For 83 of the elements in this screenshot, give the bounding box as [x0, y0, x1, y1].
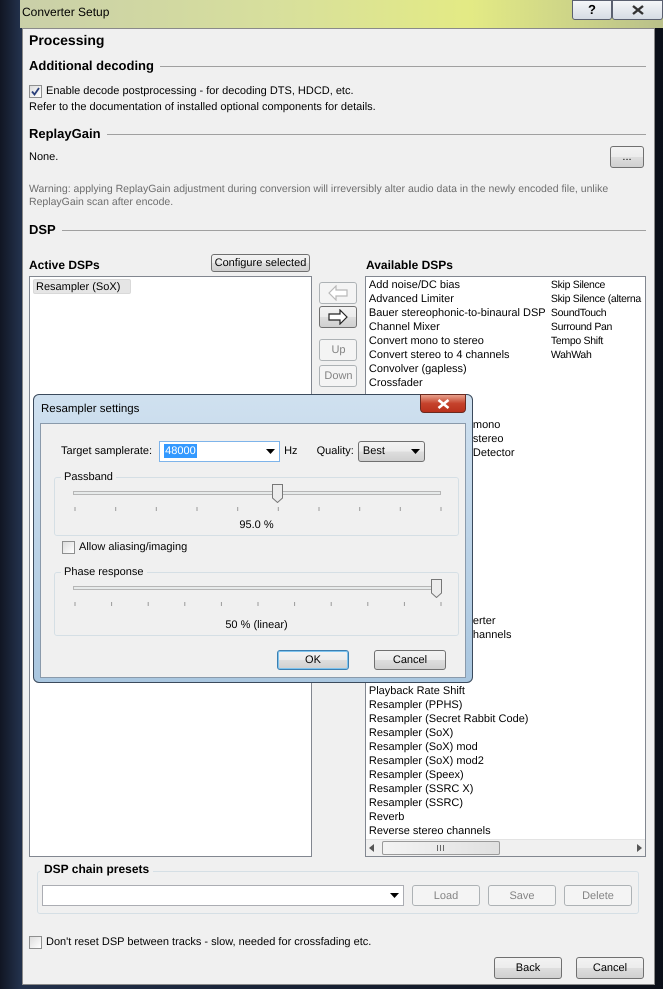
- list-item[interactable]: Resampler (SSRC X): [368, 783, 474, 795]
- help-button[interactable]: ?: [572, 0, 612, 20]
- list-item[interactable]: Detector: [472, 447, 514, 459]
- window-title: Converter Setup: [21, 4, 110, 19]
- group-title: DSP chain presets: [40, 862, 154, 876]
- section-heading: Additional decoding: [29, 59, 154, 73]
- list-item[interactable]: Playback Rate Shift: [368, 685, 465, 697]
- checkbox[interactable]: [62, 540, 75, 554]
- close-icon: [436, 398, 450, 408]
- note-text: Refer to the documentation of installed optional components for details.: [29, 100, 377, 114]
- options-button[interactable]: ...: [610, 146, 644, 168]
- caret-icon: [410, 448, 420, 454]
- group-title: Phase response: [61, 565, 146, 579]
- list-item[interactable]: hannels: [472, 629, 512, 641]
- checkbox-label: Allow aliasing/imaging: [79, 540, 188, 554]
- list-item[interactable]: Tempo Shift: [550, 335, 604, 347]
- list-item[interactable]: Skip Silence (alterna: [550, 293, 641, 305]
- move-right-button[interactable]: [319, 306, 358, 328]
- grip-icon: [437, 845, 444, 851]
- unit-label: Hz: [284, 444, 298, 458]
- slider-thumb[interactable]: [272, 484, 284, 503]
- checkbox-label: Enable decode postprocessing - for decoding DTS, HDCD, etc.: [46, 84, 354, 98]
- list-item[interactable]: Convolver (gapless): [368, 363, 467, 375]
- field-label: Target samplerate:: [61, 444, 152, 458]
- list-item[interactable]: erter: [472, 615, 496, 627]
- section-heading: ReplayGain: [29, 127, 101, 141]
- caret-icon: [266, 448, 276, 454]
- arrow-left-icon: [328, 285, 348, 301]
- quality-dropdown[interactable]: Best: [358, 440, 425, 462]
- slider-value: 95.0 %: [238, 518, 275, 532]
- dialog-button[interactable]: OK: [277, 650, 349, 670]
- dialog-button[interactable]: Back: [494, 957, 562, 979]
- close-icon: [632, 5, 644, 15]
- section-heading: DSP: [29, 223, 56, 237]
- list-item[interactable]: Convert mono to stereo: [368, 335, 484, 347]
- checkbox[interactable]: [29, 936, 42, 948]
- list-item[interactable]: Resampler (Speex): [368, 769, 464, 781]
- list-item[interactable]: Channel Mixer: [368, 321, 440, 333]
- section-title: Processing: [29, 33, 106, 50]
- slider-thumb[interactable]: [430, 579, 442, 598]
- slider[interactable]: [73, 579, 441, 599]
- list-title: Available DSPs: [366, 258, 453, 272]
- scrollbar-thumb[interactable]: [382, 841, 500, 855]
- slider[interactable]: [73, 484, 441, 504]
- checkbox[interactable]: [29, 84, 42, 98]
- list-item[interactable]: Reverb: [368, 811, 404, 823]
- list-item[interactable]: mono: [472, 419, 500, 431]
- dialog-title: Resampler settings: [41, 402, 140, 416]
- horizontal-scrollbar[interactable]: [366, 839, 645, 856]
- list-item[interactable]: Resampler (SoX): [33, 279, 132, 294]
- checkbox-label: Don't reset DSP between tracks - slow, needed for crossfading etc.: [46, 935, 372, 949]
- list-item[interactable]: Advanced Limiter: [368, 293, 454, 305]
- list-item[interactable]: stereo: [472, 433, 504, 445]
- list-item[interactable]: Resampler (SoX) mod2: [368, 755, 484, 767]
- list-item[interactable]: Resampler (SoX) mod: [368, 741, 478, 753]
- dialog-button[interactable]: Cancel: [374, 650, 446, 670]
- list-item[interactable]: Resampler (SoX): [368, 727, 454, 739]
- list-item[interactable]: Reverse stereo channels: [368, 825, 491, 837]
- scroll-left-icon: [368, 844, 374, 852]
- list-item[interactable]: Crossfader: [368, 377, 423, 389]
- field-label: Quality:: [316, 444, 354, 458]
- list-item[interactable]: Bauer stereophonic-to-binaural DSP: [368, 307, 546, 319]
- list-item[interactable]: Surround Pan: [550, 321, 612, 333]
- arrow-right-icon: [328, 309, 348, 325]
- list-item[interactable]: WahWah: [550, 349, 592, 361]
- scroll-right-icon: [637, 844, 642, 852]
- list-item[interactable]: Resampler (PPHS): [368, 699, 462, 711]
- configure-button[interactable]: Configure selected: [211, 254, 310, 272]
- close-button[interactable]: [612, 0, 663, 20]
- preset-dropdown[interactable]: [42, 885, 404, 906]
- list-item[interactable]: Skip Silence: [550, 279, 606, 291]
- list-item[interactable]: Resampler (SSRC): [368, 797, 464, 809]
- caret-icon: [390, 893, 399, 898]
- close-button[interactable]: [420, 394, 466, 413]
- list-item[interactable]: SoundTouch: [550, 307, 606, 319]
- list-item[interactable]: Resampler (Secret Rabbit Code): [368, 713, 528, 725]
- warning-text: Warning: applying ReplayGain adjustment during conversion will irreversibly alter audio data in the newly encoded file, unlike ReplayGain scan after encode.: [29, 183, 610, 209]
- list-item[interactable]: Add noise/DC bias: [368, 279, 460, 291]
- list-item[interactable]: Convert stereo to 4 channels: [368, 349, 510, 361]
- status-text: None.: [29, 150, 58, 164]
- slider-value: 50 % (linear): [224, 618, 289, 632]
- dialog-button[interactable]: Cancel: [576, 957, 644, 979]
- list-title: Active DSPs: [29, 258, 101, 272]
